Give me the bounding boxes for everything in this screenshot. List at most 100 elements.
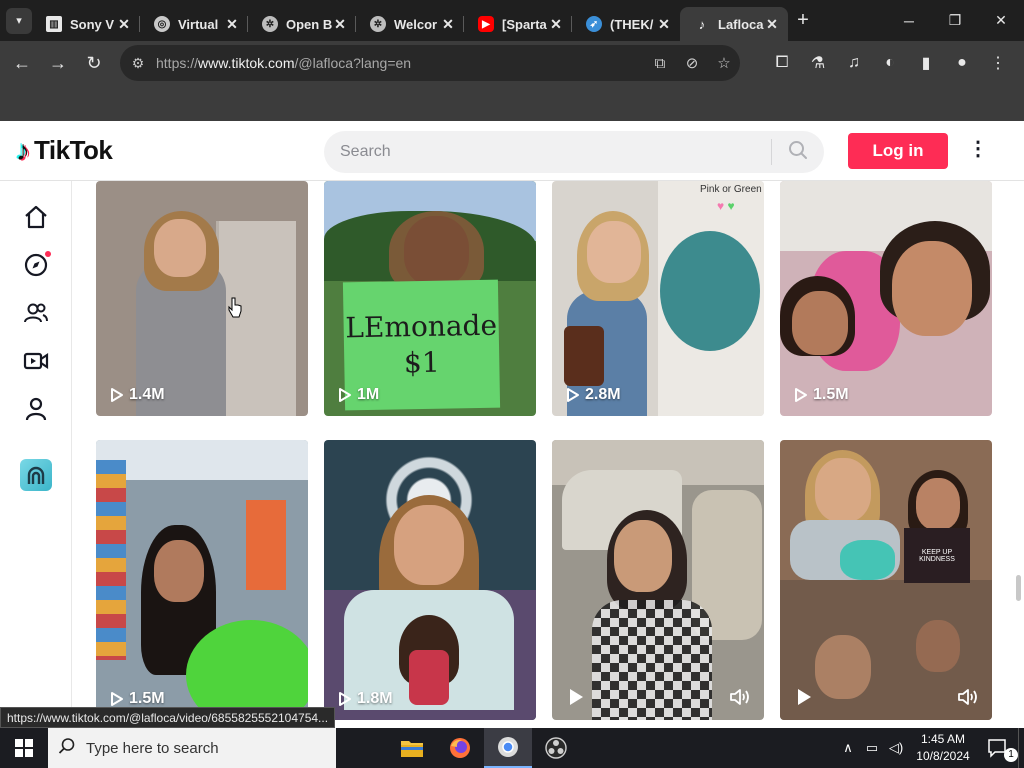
live-icon[interactable] [20, 345, 52, 377]
view-count-text: 1.5M [129, 690, 165, 707]
video-card[interactable]: KEEP UP KINDNESS [780, 440, 992, 720]
close-tab-icon[interactable]: ✕ [764, 16, 780, 33]
browser-menu-icon[interactable]: ⋮ [980, 53, 1016, 73]
profile-icon[interactable] [20, 393, 52, 425]
reflected-face-shape [815, 635, 871, 699]
url-text[interactable]: https://www.tiktok.com/@lafloca?lang=en [156, 55, 644, 71]
reload-button[interactable]: ↻ [76, 53, 112, 74]
side-panel-icon[interactable]: ▮ [908, 53, 944, 73]
clock[interactable]: 1:45 AM 10/8/2024 [908, 731, 978, 765]
speaker-icon[interactable]: ◁) [884, 740, 908, 756]
heart-emoji-icon: ♥ ♥ [717, 199, 735, 213]
volume-icon[interactable] [730, 688, 752, 706]
sign-text: LEmonade $1 [345, 308, 498, 380]
tiktok-logo[interactable]: ♪ TikTok [16, 135, 113, 166]
view-count-text: 1.4M [129, 386, 165, 403]
forward-button[interactable]: → [40, 53, 76, 74]
chrome-icon[interactable] [484, 728, 532, 768]
new-tab-button[interactable]: + [788, 9, 818, 32]
site-info-icon[interactable]: ⚙ [120, 55, 156, 72]
tab-sony[interactable]: ▥ Sony V ✕ [32, 7, 140, 41]
tab-welcome[interactable]: ✲ Welcor ✕ [356, 7, 464, 41]
display-shape [246, 500, 286, 590]
video-card[interactable] [552, 440, 764, 720]
login-button[interactable]: Log in [848, 133, 948, 169]
view-count-text: 1M [357, 386, 380, 403]
close-window-button[interactable]: ✕ [978, 0, 1024, 41]
view-count: 1.8M [338, 690, 393, 708]
more-options-icon[interactable]: ⋮ [968, 139, 988, 159]
close-tab-icon[interactable]: ✕ [116, 16, 132, 33]
video-card[interactable]: Pink or Green ♥ ♥ 2.8M [552, 181, 764, 416]
close-tab-icon[interactable]: ✕ [548, 16, 564, 33]
labs-flask-icon[interactable]: ⚗ [800, 53, 836, 73]
shirt-shape: KEEP UP KINDNESS [904, 528, 970, 583]
shelf-shape [96, 460, 126, 660]
tab-sparta[interactable]: ▶ [Sparta ✕ [464, 7, 572, 41]
face-shape [614, 520, 672, 592]
search-icon[interactable] [772, 140, 824, 165]
media-controls-icon[interactable]: ♫ [836, 54, 872, 72]
reflected-face-shape [916, 620, 960, 672]
network-icon[interactable]: ▭ [860, 740, 884, 756]
tiktok-sidebar [0, 181, 72, 728]
profile-avatar-icon[interactable]: ● [944, 54, 980, 72]
tracking-blocked-icon[interactable]: ⊘ [676, 54, 708, 72]
tab-title: Open B [286, 16, 332, 32]
youtube-icon: ▶ [478, 16, 494, 32]
taskbar-search-input[interactable] [86, 739, 316, 757]
tab-title: Sony V [70, 16, 115, 32]
video-card[interactable]: 1.8M [324, 440, 536, 720]
url-path: /@lafloca?lang=en [294, 55, 412, 71]
columns-icon: ▥ [46, 16, 62, 32]
task-view-button[interactable] [340, 728, 388, 768]
clock-date: 10/8/2024 [916, 749, 970, 763]
brand-name: TikTok [34, 135, 113, 165]
firefox-icon[interactable] [436, 728, 484, 768]
start-button[interactable] [0, 728, 48, 768]
creator-tools-icon[interactable] [20, 459, 52, 491]
obs-icon[interactable] [532, 728, 580, 768]
search-input[interactable] [324, 143, 771, 161]
explore-icon[interactable] [20, 249, 52, 281]
extensions-icon[interactable]: ⧠ [764, 54, 800, 72]
home-icon[interactable] [20, 201, 52, 233]
tab-search-button[interactable]: ▾ [6, 7, 32, 34]
tab-open[interactable]: ✲ Open B ✕ [248, 7, 356, 41]
tab-lafloca[interactable]: ♪ Lafloca ✕ [680, 7, 788, 41]
show-desktop-button[interactable] [1018, 728, 1024, 768]
page-scrollbar[interactable] [1016, 575, 1021, 601]
face-shape [404, 216, 469, 286]
close-tab-icon[interactable]: ✕ [656, 16, 672, 33]
url-host: www.tiktok.com [198, 55, 295, 71]
tab-title: Virtual [178, 16, 219, 32]
restore-button[interactable]: ❐ [932, 0, 978, 41]
file-explorer-icon[interactable] [388, 728, 436, 768]
video-card[interactable]: LEmonade $1 1M [324, 181, 536, 416]
tab-virtual[interactable]: ◎ Virtual ✕ [140, 7, 248, 41]
back-button[interactable]: ← [4, 53, 40, 74]
video-card[interactable]: 1.5M [780, 181, 992, 416]
video-card[interactable]: 1.5M [96, 440, 308, 720]
close-tab-icon[interactable]: ✕ [440, 16, 456, 33]
volume-icon[interactable] [958, 688, 980, 706]
tab-thek[interactable]: ➶ (THEK/ ✕ [572, 7, 680, 41]
windows-logo-icon [15, 739, 33, 757]
clock-time: 1:45 AM [920, 732, 966, 746]
bookmark-star-icon[interactable]: ☆ [708, 54, 740, 72]
notification-center-button[interactable]: 1 [978, 738, 1018, 762]
minimize-button[interactable]: ─ [886, 0, 932, 41]
play-icon[interactable] [568, 688, 584, 706]
play-icon[interactable] [796, 688, 812, 706]
video-overlay-text: Pink or Green [700, 184, 762, 195]
following-icon[interactable] [20, 297, 52, 329]
address-bar[interactable]: ⚙ https://www.tiktok.com/@lafloca?lang=e… [120, 45, 740, 81]
tiktok-page: ♪ TikTok Log in ⋮ [0, 121, 1024, 728]
install-app-icon[interactable]: ⧉ [644, 55, 676, 72]
chevron-up-icon[interactable]: ∧ [836, 740, 860, 756]
video-card[interactable]: 1.4M [96, 181, 308, 416]
status-url-bubble: https://www.tiktok.com/@lafloca/video/68… [0, 707, 336, 728]
extension-icon[interactable]: ◐ [872, 54, 908, 72]
close-tab-icon[interactable]: ✕ [332, 16, 348, 33]
close-tab-icon[interactable]: ✕ [224, 16, 240, 33]
